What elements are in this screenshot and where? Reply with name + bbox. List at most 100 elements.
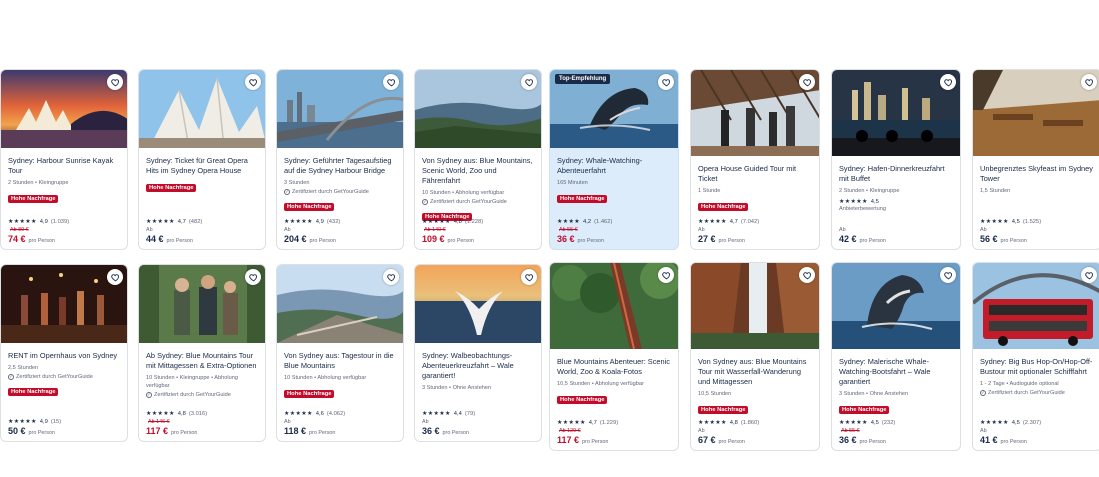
- old-price: Ab 89 €: [8, 227, 120, 233]
- activity-image-whale-tail[interactable]: [415, 265, 541, 343]
- activity-title[interactable]: Sydney: Walbeobachtungs-Abenteuerkreuzfa…: [422, 351, 534, 381]
- wishlist-heart-icon[interactable]: [107, 269, 123, 285]
- activity-image-waterfall[interactable]: [691, 263, 819, 349]
- wishlist-heart-icon[interactable]: [658, 267, 674, 283]
- rating-value: 4,8: [729, 419, 738, 426]
- review-count: (1.228): [464, 218, 484, 225]
- activity-card[interactable]: Blue Mountains Abenteuer: Scenic World, …: [549, 262, 679, 451]
- rating: ★★★★ 4,2 (1.462): [557, 218, 671, 225]
- wishlist-heart-icon[interactable]: [799, 74, 815, 90]
- wishlist-heart-icon[interactable]: [107, 74, 123, 90]
- activity-title[interactable]: Unbegrenztes Skyfeast im Sydney Tower: [980, 164, 1094, 184]
- activity-title[interactable]: Sydney: Harbour Sunrise Kayak Tour: [8, 156, 120, 176]
- price: 27 € pro Person: [698, 234, 812, 244]
- activity-title[interactable]: Ab Sydney: Blue Mountains Tour mit Mitta…: [146, 351, 258, 371]
- activity-image-rent-musical[interactable]: [1, 265, 127, 343]
- price: 56 € pro Person: [980, 234, 1094, 244]
- activity-title[interactable]: Sydney: Whale-Watching-Abenteuerfahrt: [557, 156, 671, 176]
- activity-image-opera-tour[interactable]: [691, 70, 819, 156]
- review-count: (1.525): [1022, 218, 1042, 225]
- activity-card[interactable]: Sydney: Walbeobachtungs-Abenteuerkreuzfa…: [414, 264, 542, 442]
- wishlist-heart-icon[interactable]: [245, 74, 261, 90]
- activity-card[interactable]: Von Sydney aus: Blue Mountains Tour mit …: [690, 262, 820, 451]
- top-recommendation-badge: Top-Empfehlung: [555, 74, 611, 84]
- star-rating-icon: ★★★★★: [980, 419, 1009, 426]
- price: 36 € pro Person: [422, 426, 534, 436]
- wishlist-heart-icon[interactable]: [383, 74, 399, 90]
- activity-card[interactable]: Unbegrenztes Skyfeast im Sydney Tower 1,…: [972, 69, 1099, 250]
- activity-image-opera-sunrise[interactable]: [1, 70, 127, 148]
- activity-title[interactable]: Sydney: Ticket für Great Opera Hits im S…: [146, 156, 258, 176]
- activity-card[interactable]: Von Sydney aus: Tagestour in die Blue Mo…: [276, 264, 404, 442]
- activity-image-dinner-cruise[interactable]: [832, 70, 960, 156]
- wishlist-heart-icon[interactable]: [1081, 267, 1097, 283]
- wishlist-heart-icon[interactable]: [521, 74, 537, 90]
- activity-title[interactable]: Sydney: Geführter Tagesaufstieg auf die …: [284, 156, 396, 176]
- check-circle-icon: ✓: [8, 374, 14, 380]
- activity-image-sydney-tower[interactable]: [973, 70, 1099, 156]
- activity-card[interactable]: Sydney: Harbour Sunrise Kayak Tour 2 Stu…: [0, 69, 128, 250]
- review-count: (2.307): [1022, 419, 1042, 426]
- activity-title[interactable]: Sydney: Big Bus Hop-On/Hop-Off-Bustour m…: [980, 357, 1094, 377]
- wishlist-heart-icon[interactable]: [383, 269, 399, 285]
- rating-value: 4,5: [870, 419, 879, 426]
- activity-card[interactable]: Ab Sydney: Blue Mountains Tour mit Mitta…: [138, 264, 266, 442]
- certified-label: ✓ Zertifiziert durch GetYourGuide: [8, 374, 93, 380]
- activity-image-whale[interactable]: Top-Empfehlung: [550, 70, 678, 148]
- activity-image-blue-mountains[interactable]: [415, 70, 541, 148]
- review-count: (7.042): [740, 218, 760, 225]
- rating: ★★★★★ 4,7 (1.229): [557, 419, 671, 426]
- star-rating-icon: ★★★★: [557, 218, 580, 225]
- activity-title[interactable]: RENT im Opernhaus von Sydney: [8, 351, 120, 361]
- price: 109 € pro Person: [422, 234, 534, 244]
- wishlist-heart-icon[interactable]: [658, 74, 674, 90]
- per-person-label: pro Person: [718, 439, 745, 445]
- activity-title[interactable]: Opera House Guided Tour mit Ticket: [698, 164, 812, 184]
- activity-card[interactable]: RENT im Opernhaus von Sydney 2,5 Stunden…: [0, 264, 128, 442]
- review-count: (1.860): [740, 419, 760, 426]
- activity-card[interactable]: Von Sydney aus: Blue Mountains, Scenic W…: [414, 69, 542, 250]
- activity-image-scenic-railway[interactable]: [550, 263, 678, 349]
- price-value: 41 €: [980, 435, 998, 445]
- rating-value: 4,9: [39, 418, 48, 425]
- activity-card[interactable]: Opera House Guided Tour mit Ticket 1 Stu…: [690, 69, 820, 250]
- price-value: 117 €: [557, 435, 580, 445]
- high-demand-badge: Hohe Nachfrage: [8, 388, 59, 396]
- star-rating-icon: ★★★★★: [698, 218, 727, 225]
- activity-card[interactable]: Sydney: Hafen-Dinnerkreuzfahrt mit Buffe…: [831, 69, 961, 250]
- activity-image-opera-house[interactable]: [139, 70, 265, 148]
- old-price: Ab 55 €: [839, 428, 953, 434]
- certified-label: ✓ Zertifiziert durch GetYourGuide: [980, 390, 1065, 396]
- activity-image-breaching-whale[interactable]: [832, 263, 960, 349]
- wishlist-heart-icon[interactable]: [940, 267, 956, 283]
- activity-title[interactable]: Von Sydney aus: Blue Mountains Tour mit …: [698, 357, 812, 387]
- rating-value: 4,2: [583, 218, 592, 225]
- price-value: 44 €: [146, 234, 164, 244]
- activity-card[interactable]: Sydney: Big Bus Hop-On/Hop-Off-Bustour m…: [972, 262, 1099, 451]
- per-person-label: pro Person: [447, 238, 474, 244]
- wishlist-heart-icon[interactable]: [940, 74, 956, 90]
- rating: ★★★★★ 4,9 (432): [284, 218, 396, 225]
- activity-card-featured[interactable]: Top-Empfehlung Sydney: Whale-Watching-Ab…: [549, 69, 679, 250]
- activity-image-lookout[interactable]: [277, 265, 403, 343]
- activity-title[interactable]: Sydney: Malerische Whale-Watching-Bootsf…: [839, 357, 953, 387]
- activity-card[interactable]: Sydney: Malerische Whale-Watching-Bootsf…: [831, 262, 961, 451]
- wishlist-heart-icon[interactable]: [521, 269, 537, 285]
- activity-meta: 1 - 2 Tage • Audioguide optional: [980, 381, 1059, 387]
- activity-title[interactable]: Sydney: Hafen-Dinnerkreuzfahrt mit Buffe…: [839, 164, 953, 184]
- activity-title[interactable]: Von Sydney aus: Blue Mountains, Scenic W…: [422, 156, 534, 186]
- per-person-label: pro Person: [859, 238, 886, 244]
- activity-card[interactable]: Sydney: Geführter Tagesaufstieg auf die …: [276, 69, 404, 250]
- price-value: 117 €: [146, 426, 169, 436]
- activity-card[interactable]: Sydney: Ticket für Great Opera Hits im S…: [138, 69, 266, 250]
- activity-meta: 3 Stunden: [284, 180, 310, 186]
- activity-title[interactable]: Von Sydney aus: Tagestour in die Blue Mo…: [284, 351, 396, 371]
- activity-title[interactable]: Blue Mountains Abenteuer: Scenic World, …: [557, 357, 671, 377]
- activity-image-harbour-bridge[interactable]: [277, 70, 403, 148]
- wishlist-heart-icon[interactable]: [1081, 74, 1097, 90]
- wishlist-heart-icon[interactable]: [245, 269, 261, 285]
- rating: ★★★★★ 4,8 (3.016): [146, 410, 258, 417]
- wishlist-heart-icon[interactable]: [799, 267, 815, 283]
- activity-image-big-bus[interactable]: [973, 263, 1099, 349]
- activity-image-hikers[interactable]: [139, 265, 265, 343]
